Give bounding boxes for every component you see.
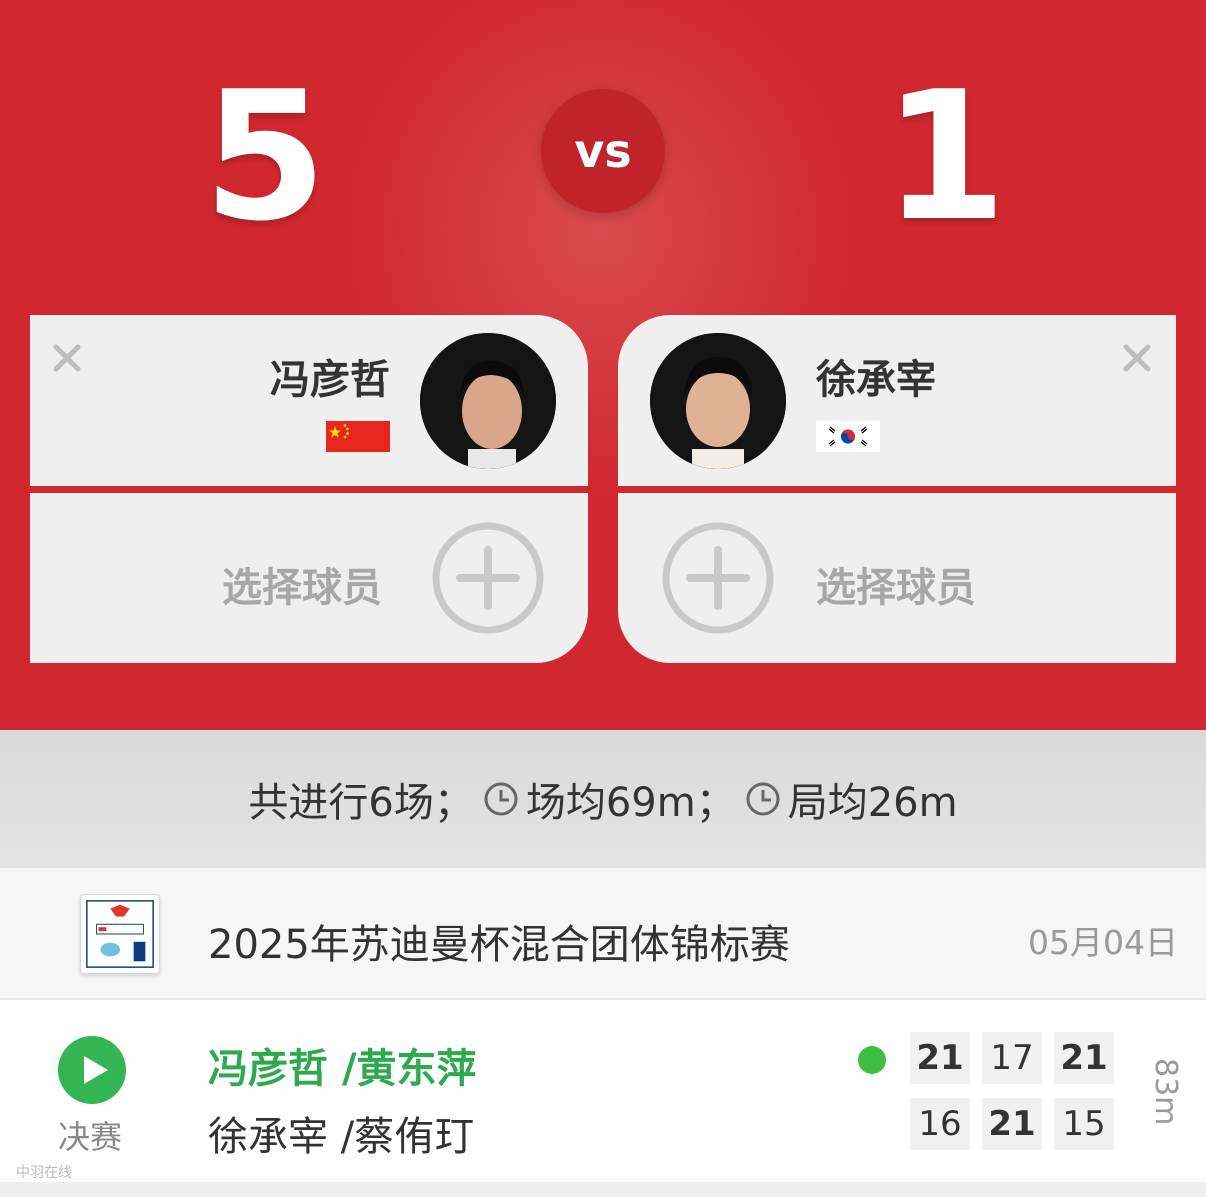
match-stats: 共进行6场； 场均69m； 局均26m <box>0 730 1206 868</box>
watermark: 中羽在线 <box>16 1165 72 1181</box>
tournament-logo <box>80 894 160 974</box>
game-score: 21 <box>982 1098 1042 1150</box>
tournament-title: 2025年苏迪曼杯混合团体锦标赛 <box>208 922 790 968</box>
total-matches: 共进行6场； <box>248 780 474 826</box>
card-divider <box>30 486 588 493</box>
player-card-right: 徐承宰 选择球员 <box>618 315 1176 663</box>
player-name[interactable]: /蔡侑玎 <box>341 1114 474 1160</box>
game-score: 15 <box>1054 1098 1114 1150</box>
vs-badge: vs <box>541 89 665 213</box>
player-name[interactable]: /黄东萍 <box>342 1046 477 1092</box>
game-score: 21 <box>910 1032 970 1084</box>
right-score: 1 <box>883 53 1007 260</box>
player-name-right[interactable]: 徐承宰 <box>816 347 936 405</box>
footer-bar <box>0 1182 1206 1197</box>
select-player-label[interactable]: 选择球员 <box>222 555 382 613</box>
avg-match-duration: 场均69m； <box>525 780 736 826</box>
close-icon[interactable] <box>50 341 84 375</box>
game-score: 16 <box>910 1098 970 1150</box>
player-avatar-right[interactable] <box>650 333 786 469</box>
play-icon[interactable] <box>56 1034 128 1106</box>
left-score: 5 <box>203 53 327 260</box>
tournament-date: 05月04日 <box>1028 923 1178 962</box>
avg-game-duration: 局均26m <box>787 780 958 826</box>
player-name[interactable]: 徐承宰 <box>208 1114 328 1160</box>
card-divider <box>618 486 1176 493</box>
game-score: 17 <box>982 1032 1042 1084</box>
add-player-icon[interactable] <box>430 520 546 636</box>
player-name-left[interactable]: 冯彦哲 <box>270 347 390 405</box>
match-row[interactable]: 决赛 冯彦哲 /黄东萍 徐承宰 /蔡侑玎 21 17 21 16 21 15 8… <box>0 1000 1206 1182</box>
losing-pair: 徐承宰 /蔡侑玎 <box>208 1104 474 1162</box>
match-duration: 83m <box>1148 1058 1183 1126</box>
round-label: 决赛 <box>58 1118 123 1156</box>
player-name[interactable]: 冯彦哲 <box>208 1046 328 1092</box>
select-player-label[interactable]: 选择球员 <box>816 555 976 613</box>
player-card-left: 冯彦哲 选择球员 <box>30 315 588 663</box>
china-flag-icon <box>326 421 390 452</box>
korea-flag-icon <box>816 421 880 452</box>
close-icon[interactable] <box>1120 341 1154 375</box>
head-to-head-header: 5 vs 1 冯彦哲 选择球员 徐承宰 选择球员 <box>0 0 1206 730</box>
clock-icon <box>484 782 518 816</box>
player-avatar-left[interactable] <box>420 333 556 469</box>
clock-icon <box>746 782 780 816</box>
winner-indicator <box>858 1046 886 1074</box>
winning-pair: 冯彦哲 /黄东萍 <box>208 1036 477 1094</box>
game-score: 21 <box>1054 1032 1114 1084</box>
tournament-row[interactable]: 2025年苏迪曼杯混合团体锦标赛 05月04日 <box>0 868 1206 1000</box>
add-player-icon[interactable] <box>660 520 776 636</box>
